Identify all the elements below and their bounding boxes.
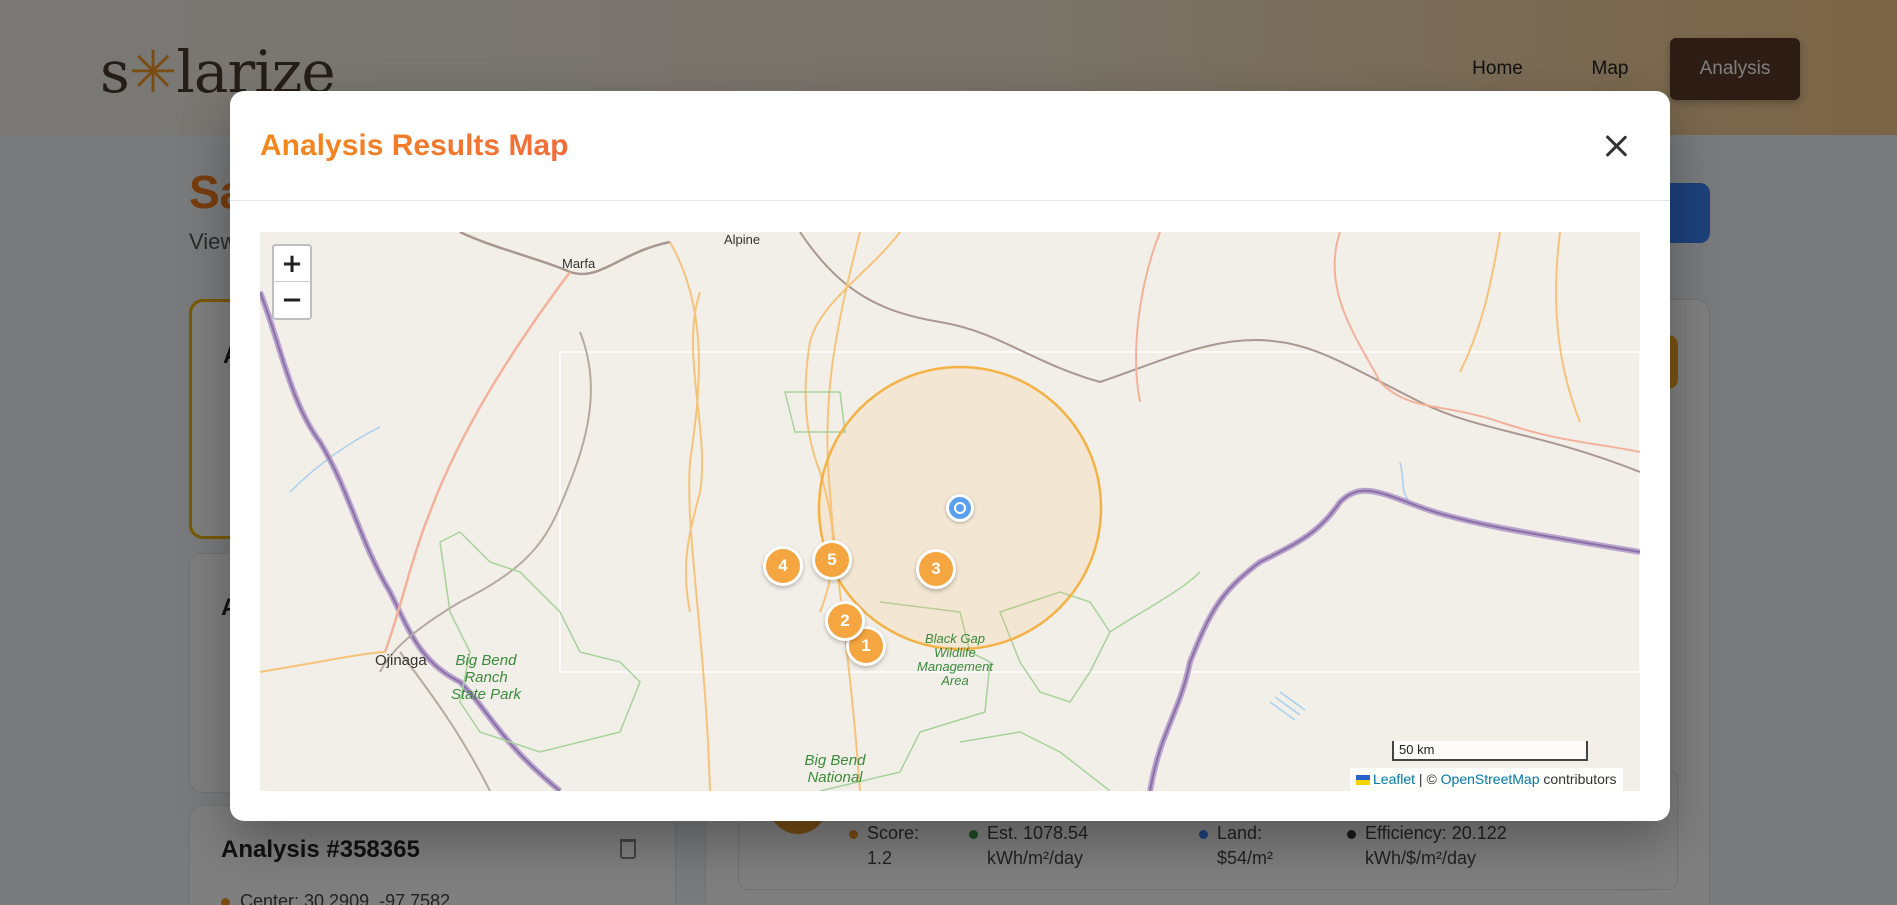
- place-label-marfa: Marfa: [562, 256, 596, 271]
- park-label-big-bend-national: Big Bend National: [804, 752, 866, 786]
- place-label-ojinaga: Ojinaga: [375, 652, 427, 669]
- zoom-in-button[interactable]: +: [274, 246, 310, 282]
- map-scale: 50 km: [1392, 741, 1588, 761]
- modal-header: Analysis Results Map: [230, 91, 1670, 201]
- close-icon[interactable]: [1600, 130, 1632, 162]
- result-marker-2[interactable]: 2: [825, 601, 865, 641]
- result-marker-5[interactable]: 5: [812, 540, 852, 580]
- attribution-separator: | ©: [1415, 771, 1441, 787]
- result-marker-3[interactable]: 3: [916, 549, 956, 589]
- openstreetmap-link[interactable]: OpenStreetMap: [1441, 771, 1540, 787]
- result-marker-4[interactable]: 4: [763, 546, 803, 586]
- zoom-control: + −: [272, 244, 312, 320]
- attribution-contributors: contributors: [1539, 771, 1617, 787]
- results-map[interactable]: + − Alpine Marfa Ojinaga Big Bend Ranch St…: [260, 232, 1640, 791]
- analysis-results-modal: Analysis Results Map + − Alpine Marfa Oj…: [230, 91, 1670, 821]
- park-label-black-gap: Black Gap Wildlife Management Area: [917, 631, 993, 688]
- park-label-big-bend-ranch: Big Bend Ranch State Park: [450, 652, 522, 703]
- map-attribution: Leaflet | © OpenStreetMap contributors: [1350, 768, 1623, 791]
- leaflet-link[interactable]: Leaflet: [1373, 771, 1415, 787]
- modal-title: Analysis Results Map: [260, 129, 569, 162]
- location-icon[interactable]: [946, 494, 974, 522]
- zoom-out-button[interactable]: −: [274, 282, 310, 318]
- ukraine-flag-icon: [1356, 775, 1370, 786]
- place-label-alpine: Alpine: [724, 232, 761, 247]
